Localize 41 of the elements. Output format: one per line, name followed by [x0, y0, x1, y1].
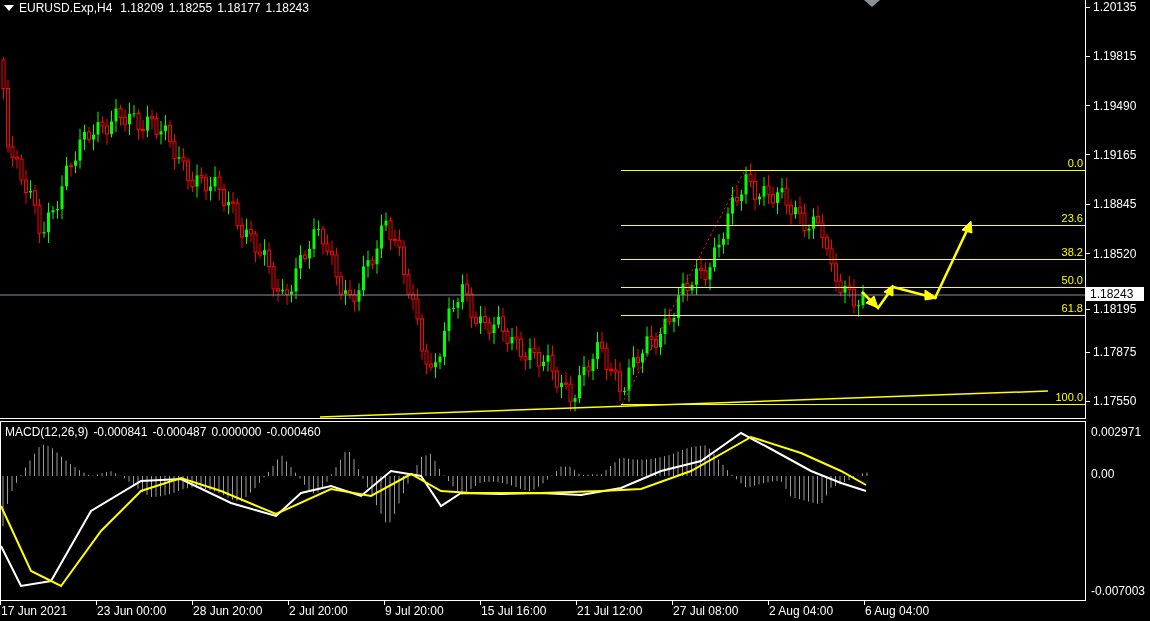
price-tick-label: 1.20135: [1093, 1, 1137, 13]
time-axis-label: 2 Jul 20:00: [288, 605, 349, 617]
fibonacci-level-label: 23.6: [1061, 213, 1083, 224]
indicator-value: -0.000487: [152, 426, 207, 438]
time-axis-label: 21 Jul 12:00: [576, 605, 644, 617]
fibonacci-level-label: 100.0: [1055, 392, 1083, 403]
time-axis-label: 27 Jul 08:00: [672, 605, 740, 617]
time-axis-label: 9 Jul 20:00: [384, 605, 445, 617]
indicator-title: MACD(12,26,9): [5, 426, 89, 438]
time-axis-label: 17 Jun 2021: [0, 605, 69, 617]
fibonacci-level-label: 61.8: [1061, 303, 1083, 314]
price-tick-label: 1.19815: [1093, 50, 1137, 63]
quote-value: 1.18243: [265, 2, 309, 14]
current-price-badge: 1.18243: [1086, 287, 1144, 301]
fibonacci-level-label: 38.2: [1061, 247, 1083, 258]
time-axis-label: 6 Aug 04:00: [864, 605, 931, 617]
time-axis-label: 28 Jun 20:00: [192, 605, 264, 617]
time-axis-label: 23 Jun 00:00: [96, 605, 168, 617]
fibonacci-level-label: 0.0: [1067, 158, 1083, 169]
time-axis-label: 2 Aug 04:00: [768, 605, 835, 617]
time-axis-label: 15 Jul 16:00: [480, 605, 548, 617]
indicator-value: -0.000841: [93, 426, 148, 438]
shift-marker-icon[interactable]: [864, 0, 880, 8]
price-tick-label: 1.18520: [1093, 247, 1137, 260]
price-tick-label: 1.17550: [1093, 395, 1137, 408]
dropdown-triangle-icon[interactable]: [4, 5, 14, 11]
fibonacci-level-label: 50.0: [1061, 275, 1083, 286]
symbol-title: EURUSD.Exp,H4: [19, 2, 113, 14]
price-tick-label: 1.18195: [1093, 303, 1137, 315]
quote-value: 1.18177: [217, 2, 261, 14]
price-tick-label: 1.19165: [1093, 148, 1137, 161]
indicator-tick-label: 0.002971: [1091, 426, 1142, 438]
price-tick-label: 1.18845: [1093, 198, 1137, 211]
indicator-tick-label: -0.007003: [1091, 585, 1146, 597]
quote-value: 1.18255: [168, 2, 213, 14]
indicator-value: -0.000460: [266, 426, 321, 438]
indicator-value: 0.000000: [211, 426, 262, 438]
indicator-tick-label: 0.00: [1091, 468, 1115, 480]
price-tick-label: 1.19490: [1093, 99, 1137, 112]
quote-value: 1.18209: [120, 2, 164, 14]
price-tick-label: 1.17875: [1093, 346, 1137, 359]
